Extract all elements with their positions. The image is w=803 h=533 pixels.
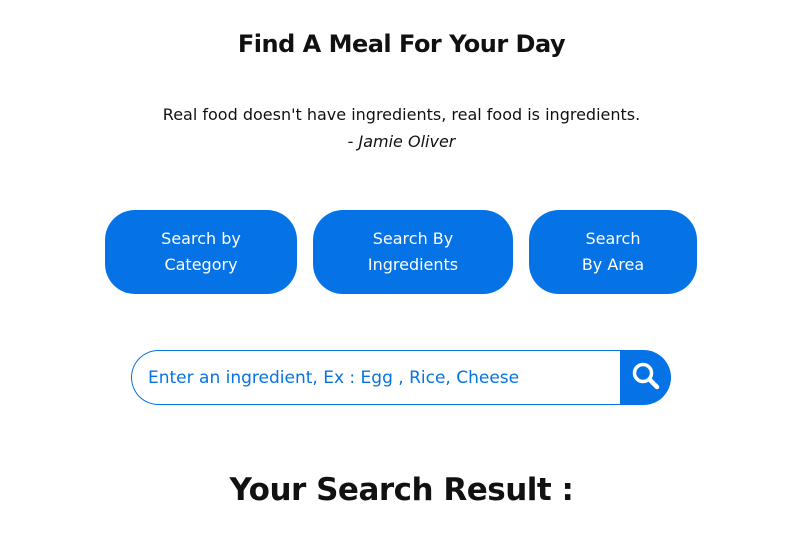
search-submit-button[interactable]	[620, 350, 671, 405]
search-icon	[631, 361, 661, 394]
search-by-category-button[interactable]: Search by Category	[105, 210, 297, 294]
button-label-line1: Search	[585, 229, 641, 248]
page: Find A Meal For Your Day Real food doesn…	[0, 0, 803, 533]
quote-dash: -	[347, 132, 359, 151]
button-label-line1: Search By	[372, 229, 454, 248]
button-label-line2: Ingredients	[367, 255, 459, 274]
button-label-line2: Category	[164, 255, 238, 274]
quote-attribution: - Jamie Oliver	[0, 128, 803, 155]
quote-text: Real food doesn't have ingredients, real…	[162, 105, 641, 124]
search-bar	[131, 350, 671, 405]
button-label-line2: By Area	[581, 255, 645, 274]
page-title: Find A Meal For Your Day	[237, 30, 566, 58]
ingredient-search-input[interactable]	[131, 350, 621, 405]
search-result-heading: Your Search Result :	[229, 472, 574, 508]
quote-author: Jamie Oliver	[358, 132, 456, 151]
quote-block: Real food doesn't have ingredients, real…	[0, 101, 803, 155]
search-by-area-button[interactable]: Search By Area	[529, 210, 697, 294]
search-by-ingredients-button[interactable]: Search By Ingredients	[313, 210, 513, 294]
button-label-line1: Search by	[161, 229, 241, 248]
